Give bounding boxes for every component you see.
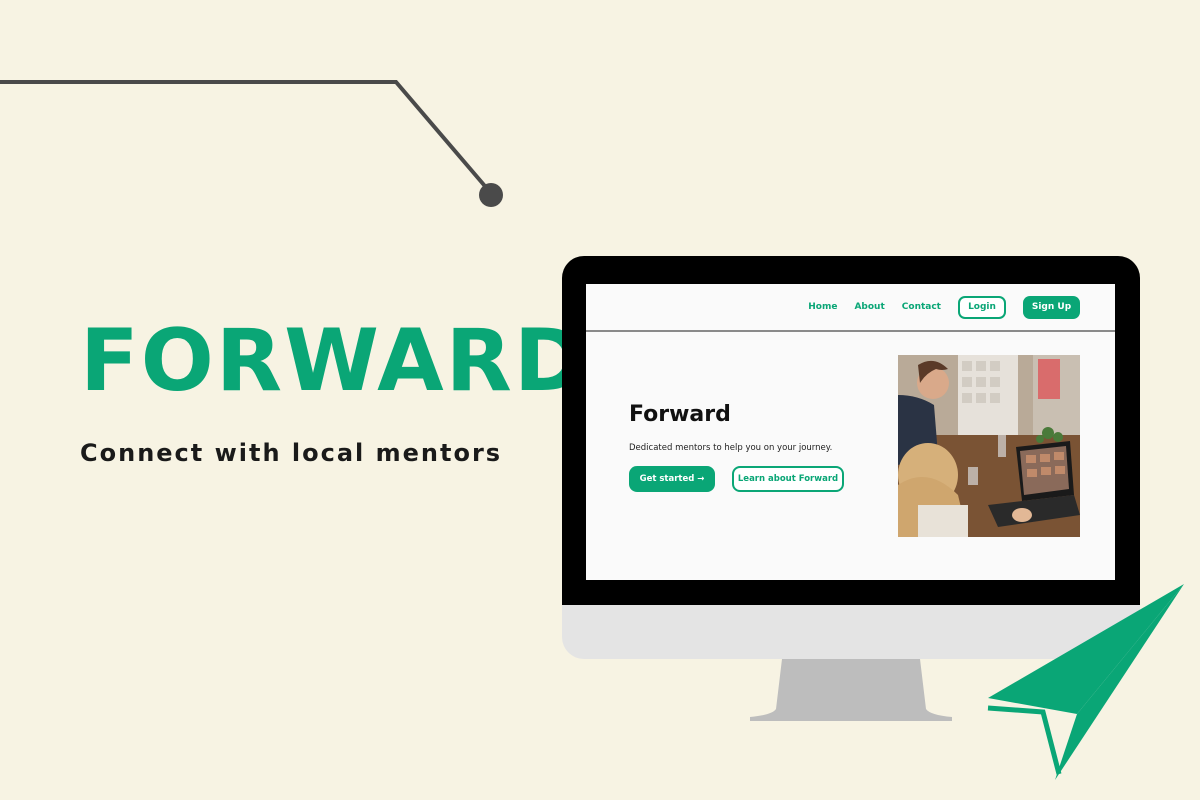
hero-title: Forward: [629, 402, 731, 427]
nav-link-home[interactable]: Home: [808, 302, 837, 312]
get-started-button[interactable]: Get started →: [629, 466, 715, 492]
mentoring-photo: [898, 355, 1080, 537]
signup-button[interactable]: Sign Up: [1023, 295, 1080, 319]
monitor-stand: [750, 659, 952, 721]
brand-tagline: Connect with local mentors: [80, 439, 503, 467]
nav-link-about[interactable]: About: [854, 302, 884, 312]
learn-about-button[interactable]: Learn about Forward: [732, 466, 844, 492]
site-navbar: Home About Contact Login Sign Up: [586, 284, 1115, 332]
brand-title: FORWARD: [80, 311, 588, 411]
hero-subtitle: Dedicated mentors to help you on your jo…: [629, 443, 833, 453]
paper-plane-arrow-icon: [987, 584, 1184, 780]
nav-link-contact[interactable]: Contact: [902, 302, 941, 312]
login-button[interactable]: Login: [958, 295, 1006, 319]
website-screen: Home About Contact Login Sign Up Forward…: [586, 284, 1115, 580]
